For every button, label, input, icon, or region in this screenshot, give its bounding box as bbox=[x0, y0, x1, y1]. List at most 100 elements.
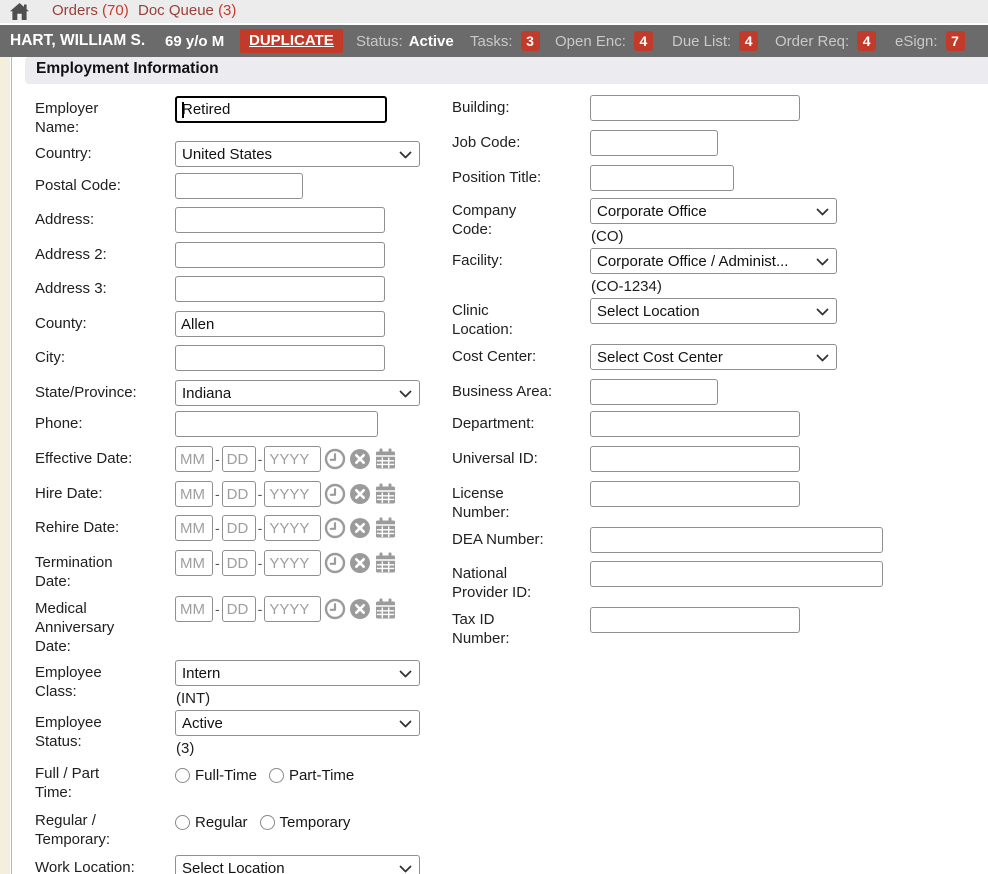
field-tax-id-number: Tax ID Number: bbox=[452, 607, 800, 648]
effective-date-month-input[interactable] bbox=[175, 446, 213, 472]
clinic-location-select[interactable]: Select Location bbox=[590, 298, 837, 324]
rehire-date-month-input[interactable] bbox=[175, 515, 213, 541]
building-input[interactable] bbox=[590, 95, 800, 121]
order-req-count-badge[interactable]: 4 bbox=[857, 31, 876, 51]
hire-date-month-input[interactable] bbox=[175, 481, 213, 507]
termination-date-month-input[interactable] bbox=[175, 550, 213, 576]
home-icon[interactable] bbox=[10, 3, 29, 25]
clock-icon[interactable] bbox=[324, 552, 346, 574]
postal-code-input[interactable] bbox=[175, 173, 303, 199]
address-input[interactable] bbox=[175, 207, 385, 233]
duplicate-button[interactable]: DUPLICATE bbox=[240, 29, 343, 53]
nav-link-doc-queue[interactable]: Doc Queue (3) bbox=[138, 2, 236, 19]
full-time-radio-label[interactable]: Full-Time bbox=[195, 767, 257, 784]
clear-date-icon[interactable] bbox=[349, 483, 371, 505]
effective-date-day-input[interactable] bbox=[222, 446, 256, 472]
national-provider-id-input[interactable] bbox=[590, 561, 883, 587]
clear-date-icon[interactable] bbox=[349, 517, 371, 539]
part-time-radio[interactable] bbox=[269, 768, 284, 783]
clinic-location-label: Clinic Location: bbox=[452, 298, 590, 339]
due-list-count-badge[interactable]: 4 bbox=[739, 31, 758, 51]
field-full-part-time: Full / Part Time: Full-Time Part-Time bbox=[35, 761, 366, 802]
field-medical-anniversary-date: Medical Anniversary Date: -- bbox=[35, 596, 397, 656]
calendar-icon[interactable] bbox=[374, 448, 397, 470]
medical-anniversary-date-month-input[interactable] bbox=[175, 596, 213, 622]
cost-center-label: Cost Center: bbox=[452, 344, 590, 366]
top-nav-bar: Orders (70) Doc Queue (3) bbox=[0, 0, 988, 23]
chevron-down-icon bbox=[399, 670, 412, 678]
address3-input[interactable] bbox=[175, 276, 385, 302]
patient-age-sex: 69 y/o M bbox=[165, 25, 224, 57]
state-province-select[interactable]: Indiana bbox=[175, 380, 420, 406]
hire-date-day-input[interactable] bbox=[222, 481, 256, 507]
calendar-icon[interactable] bbox=[374, 552, 397, 574]
address2-input[interactable] bbox=[175, 242, 385, 268]
clear-date-icon[interactable] bbox=[349, 448, 371, 470]
field-building: Building: bbox=[452, 95, 800, 121]
country-select[interactable]: United States bbox=[175, 141, 420, 167]
patient-header-bar: HART, WILLIAM S. 69 y/o M DUPLICATE Stat… bbox=[0, 25, 988, 57]
clock-icon[interactable] bbox=[324, 517, 346, 539]
calendar-icon[interactable] bbox=[374, 483, 397, 505]
facility-select[interactable]: Corporate Office / Administ... bbox=[590, 248, 837, 274]
clock-icon[interactable] bbox=[324, 598, 346, 620]
termination-date-day-input[interactable] bbox=[222, 550, 256, 576]
county-input[interactable] bbox=[175, 311, 385, 337]
content-left-border bbox=[11, 57, 12, 874]
open-enc-count-badge[interactable]: 4 bbox=[634, 31, 653, 51]
business-area-input[interactable] bbox=[590, 379, 718, 405]
employee-class-label: Employee Class: bbox=[35, 660, 175, 701]
tax-id-number-label: Tax ID Number: bbox=[452, 607, 590, 648]
clock-icon[interactable] bbox=[324, 483, 346, 505]
cost-center-select[interactable]: Select Cost Center bbox=[590, 344, 837, 370]
employee-status-label: Employee Status: bbox=[35, 710, 175, 751]
facility-code: (CO-1234) bbox=[590, 278, 837, 295]
medical-anniversary-date-label: Medical Anniversary Date: bbox=[35, 596, 175, 656]
employee-class-select[interactable]: Intern bbox=[175, 660, 420, 686]
nav-link-orders[interactable]: Orders (70) bbox=[52, 2, 129, 19]
rehire-date-year-input[interactable] bbox=[264, 515, 321, 541]
clear-date-icon[interactable] bbox=[349, 598, 371, 620]
employee-status-select[interactable]: Active bbox=[175, 710, 420, 736]
tax-id-number-input[interactable] bbox=[590, 607, 800, 633]
clear-date-icon[interactable] bbox=[349, 552, 371, 574]
medical-anniversary-date-year-input[interactable] bbox=[264, 596, 321, 622]
department-input[interactable] bbox=[590, 411, 800, 437]
position-title-input[interactable] bbox=[590, 165, 734, 191]
clock-icon[interactable] bbox=[324, 448, 346, 470]
employer-name-input[interactable] bbox=[175, 96, 387, 123]
job-code-input[interactable] bbox=[590, 130, 718, 156]
calendar-icon[interactable] bbox=[374, 517, 397, 539]
hire-date-year-input[interactable] bbox=[264, 481, 321, 507]
esign-count-badge[interactable]: 7 bbox=[946, 31, 965, 51]
field-license-number: License Number: bbox=[452, 481, 800, 522]
temporary-radio[interactable] bbox=[260, 815, 275, 830]
field-national-provider-id: National Provider ID: bbox=[452, 561, 883, 602]
license-number-input[interactable] bbox=[590, 481, 800, 507]
company-code-select[interactable]: Corporate Office bbox=[590, 198, 837, 224]
full-time-radio[interactable] bbox=[175, 768, 190, 783]
temporary-radio-label[interactable]: Temporary bbox=[280, 814, 351, 831]
work-location-select[interactable]: Select Location bbox=[175, 855, 420, 874]
termination-date-year-input[interactable] bbox=[264, 550, 321, 576]
calendar-icon[interactable] bbox=[374, 598, 397, 620]
part-time-radio-label[interactable]: Part-Time bbox=[289, 767, 354, 784]
city-input[interactable] bbox=[175, 345, 385, 371]
chevron-down-icon bbox=[399, 865, 412, 873]
effective-date-year-input[interactable] bbox=[264, 446, 321, 472]
field-hire-date: Hire Date: -- bbox=[35, 481, 397, 507]
chevron-down-icon bbox=[399, 720, 412, 728]
regular-radio[interactable] bbox=[175, 815, 190, 830]
phone-input[interactable] bbox=[175, 411, 378, 437]
field-dea-number: DEA Number: bbox=[452, 527, 883, 553]
regular-radio-label[interactable]: Regular bbox=[195, 814, 248, 831]
field-phone: Phone: bbox=[35, 411, 378, 437]
medical-anniversary-date-day-input[interactable] bbox=[222, 596, 256, 622]
universal-id-input[interactable] bbox=[590, 446, 800, 472]
tasks-count-badge[interactable]: 3 bbox=[521, 31, 540, 51]
dea-number-input[interactable] bbox=[590, 527, 883, 553]
chevron-down-icon bbox=[816, 354, 829, 362]
rehire-date-day-input[interactable] bbox=[222, 515, 256, 541]
field-facility: Facility: Corporate Office / Administ...… bbox=[452, 248, 837, 295]
employee-status-code: (3) bbox=[175, 740, 420, 757]
